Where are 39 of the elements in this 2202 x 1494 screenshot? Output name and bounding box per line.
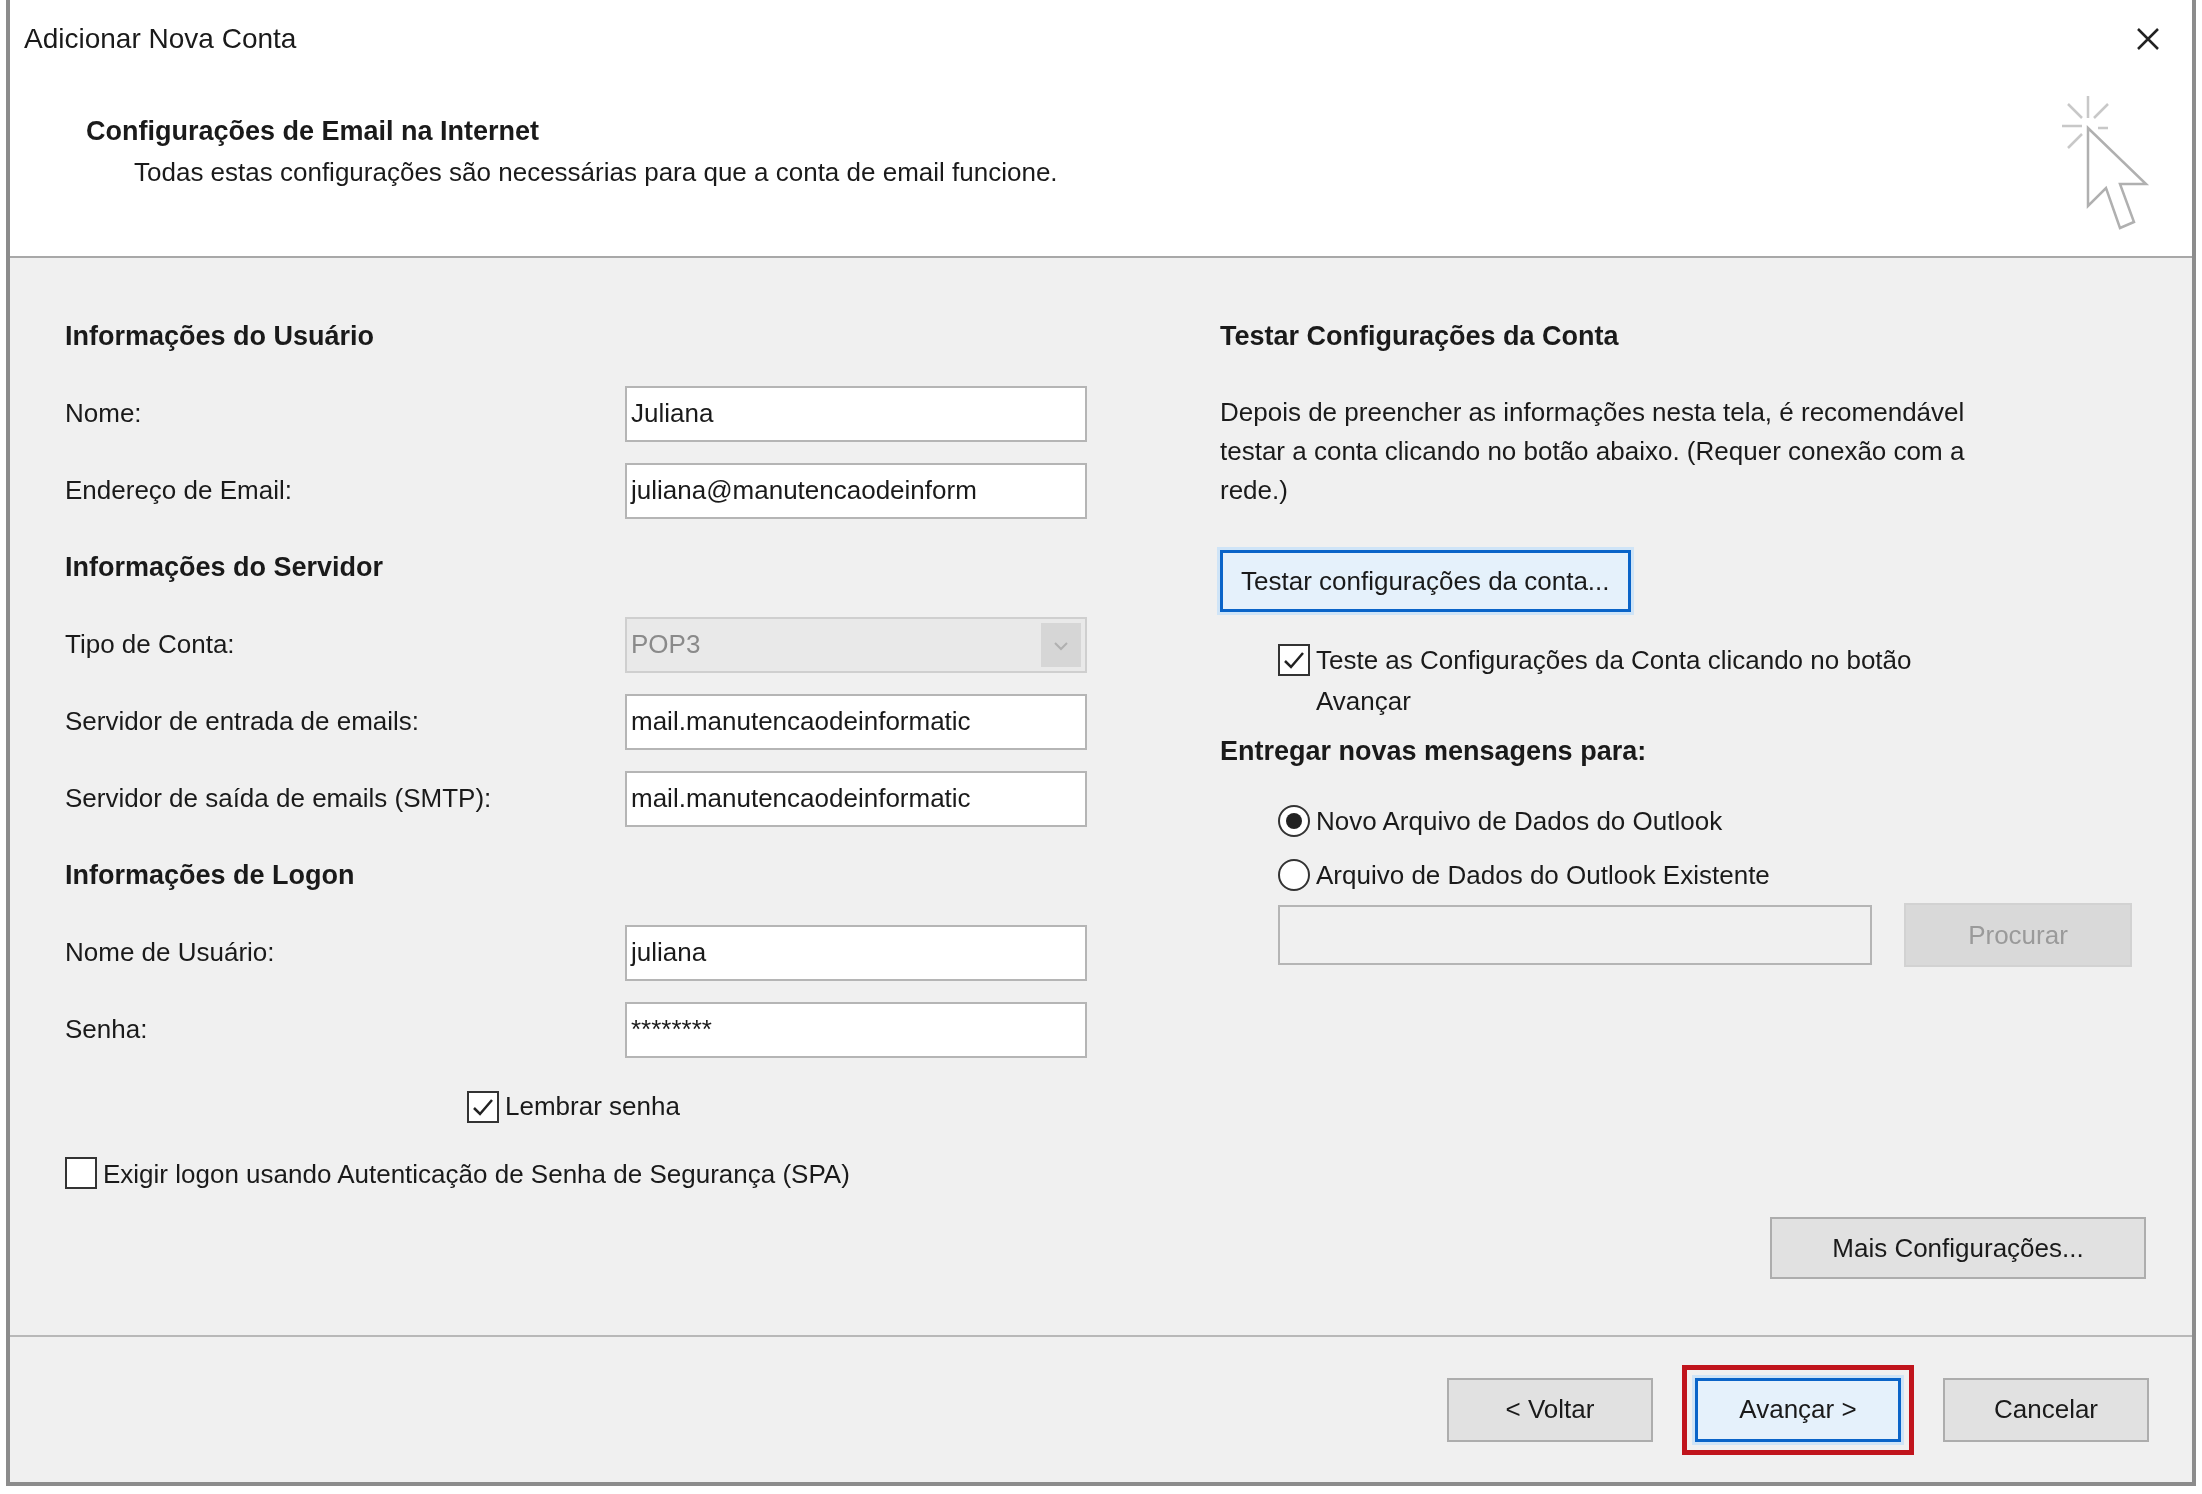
description-text: Depois de preencher as informações nesta tela, é recomendável testar a conta clicando no botão abaixo. (Requer conexão com a rede.) xyxy=(1220,396,1966,507)
header-title: Configurações de Email na Internet xyxy=(86,116,541,147)
section-heading: Informações do Servidor xyxy=(65,552,384,583)
checkbox-label: Lembrar senha xyxy=(505,1091,680,1122)
section-heading: Informações de Logon xyxy=(65,860,355,891)
footer-button[interactable]: < Voltar xyxy=(1447,1377,1653,1442)
footer-button[interactable]: Avançar > xyxy=(1695,1377,1901,1442)
password-field[interactable]: ******** xyxy=(625,1001,1087,1058)
field-label: Tipo de Conta: xyxy=(65,629,236,660)
input-field[interactable]: juliana@manutencaodeinform xyxy=(625,462,1087,519)
header-subtitle: Todas estas configurações são necessárias para que a conta de email funcione. xyxy=(133,157,1058,188)
field-label: Endereço de Email: xyxy=(65,475,293,506)
section-heading: Entregar novas mensagens para: xyxy=(1220,736,1648,767)
test-settings-button[interactable]: Testar configurações da conta... xyxy=(1220,550,1631,612)
more-settings-button[interactable]: Mais Configurações... xyxy=(1770,1217,2146,1279)
checkbox[interactable] xyxy=(1278,644,1310,676)
radio-button[interactable] xyxy=(1278,805,1310,837)
field-label: Nome: xyxy=(65,398,143,429)
checkbox-label: Exigir logon usando Autenticação de Senha de Segurança (SPA) xyxy=(103,1158,851,1191)
field-label: Servidor de entrada de emails: xyxy=(65,706,421,737)
input-field[interactable]: Juliana xyxy=(625,385,1087,442)
radio-button[interactable] xyxy=(1278,859,1310,891)
field-label: Nome de Usuário: xyxy=(65,937,276,968)
field-label: Servidor de saída de emails (SMTP): xyxy=(65,783,493,814)
checkbox[interactable] xyxy=(467,1090,499,1123)
section-heading: Testar Configurações da Conta xyxy=(1220,321,1619,352)
radio-label: Novo Arquivo de Dados do Outlook xyxy=(1316,805,1723,837)
radio-label: Arquivo de Dados do Outlook Existente xyxy=(1316,859,1770,891)
checkbox[interactable] xyxy=(65,1157,97,1189)
window-title: Adicionar Nova Conta xyxy=(24,23,297,55)
footer-button[interactable]: Cancelar xyxy=(1943,1377,2149,1442)
input-field[interactable]: juliana xyxy=(625,924,1087,981)
dropdown-value: POP3 xyxy=(631,629,701,660)
file-path-field[interactable] xyxy=(1278,905,1872,965)
input-field[interactable]: mail.manutencaodeinformatic xyxy=(625,770,1087,827)
section-heading: Informações do Usuário xyxy=(65,321,375,352)
input-field[interactable]: mail.manutencaodeinformatic xyxy=(625,693,1087,750)
field-label: Senha: xyxy=(65,1014,149,1045)
checkbox-label: Teste as Configurações da Conta clicando no botão Avançar xyxy=(1316,644,1913,718)
